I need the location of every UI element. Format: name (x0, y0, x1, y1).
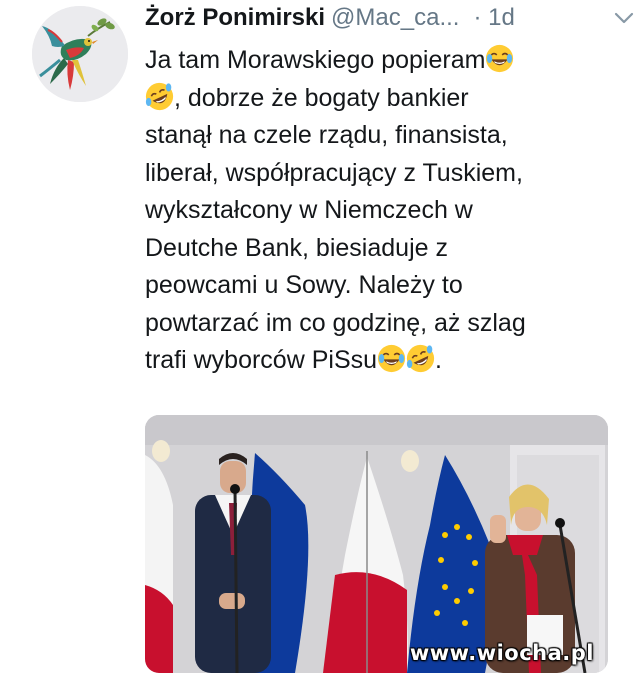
tweet-text-line: liberał, współpracujący z Tuskiem, (145, 158, 523, 187)
face-with-tears-of-joy-icon (377, 344, 406, 373)
bird-illustration-icon (32, 6, 128, 102)
user-handle[interactable]: @Mac_ca... (331, 4, 459, 31)
watermark: www.wiocha.pl (409, 641, 594, 665)
tweet-text-line: trafi wyborców PiSsu. (145, 342, 605, 380)
tweet-text-line: peowcami u Sowy. Należy to (145, 271, 463, 299)
tweet[interactable]: Żorż Ponimirski @Mac_ca... · 1d Ja tam Mor… (0, 0, 640, 673)
avatar[interactable] (32, 6, 128, 102)
tweet-text: Ja tam Morawskiego popieram , dobrze że … (145, 42, 605, 380)
tweet-text-line: Ja tam Morawskiego popieram (145, 42, 605, 80)
tweet-photo[interactable]: www.wiocha.pl (145, 415, 608, 673)
tweet-text-line: Deutche Bank, biesiaduje z (145, 233, 448, 262)
display-name[interactable]: Żorż Ponimirski (145, 4, 325, 31)
rolling-on-floor-laughing-icon (145, 82, 174, 111)
rolling-on-floor-laughing-icon (406, 344, 435, 373)
chevron-down-icon[interactable] (610, 4, 638, 32)
press-conference-photo (145, 415, 608, 673)
face-with-tears-of-joy-icon (485, 44, 514, 73)
tweet-text-line: , dobrze że bogaty bankier (145, 80, 605, 118)
timestamp[interactable]: · 1d (473, 4, 514, 31)
tweet-header: Żorż Ponimirski @Mac_ca... · 1d (145, 2, 625, 36)
tweet-text-line: wykształcony w Niemczech w (145, 196, 473, 224)
tweet-text-line: stanął na czele rządu, finansista, (145, 121, 508, 149)
tweet-text-line: powtarzać im co godzinę, aż szlag (145, 308, 526, 337)
